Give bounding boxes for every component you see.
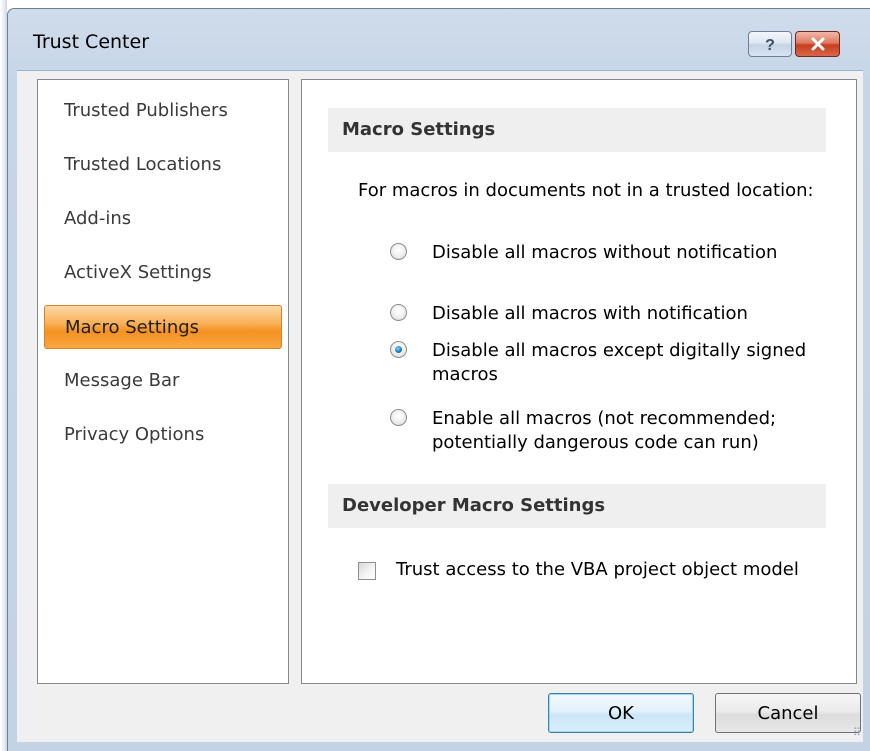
checkbox-label: Trust access to the VBA project object m… [396, 559, 799, 580]
svg-text:?: ? [765, 37, 775, 53]
radio-button[interactable] [390, 243, 407, 260]
settings-panel: Macro Settings For macros in documents n… [301, 79, 857, 684]
nav-item-trusted-publishers[interactable]: Trusted Publishers [44, 89, 282, 133]
resize-grip-icon[interactable]: ⠿ [847, 726, 861, 740]
nav-item-trusted-locations[interactable]: Trusted Locations [44, 143, 282, 187]
radio-label: Disable all macros with notification [432, 303, 748, 324]
window-title: Trust Center [33, 31, 150, 53]
nav-item-add-ins[interactable]: Add-ins [44, 197, 282, 241]
category-list: Trusted Publishers Trusted Locations Add… [37, 79, 289, 684]
radio-label: Disable all macros except digitally sign… [432, 340, 807, 385]
nav-item-activex-settings[interactable]: ActiveX Settings [44, 251, 282, 295]
ok-button[interactable]: OK [548, 693, 694, 733]
radio-button[interactable] [390, 304, 407, 321]
nav-item-message-bar[interactable]: Message Bar [44, 359, 282, 403]
radio-button[interactable] [390, 409, 407, 426]
trust-center-dialog: Trust Center ? Trusted Publishers Truste… [7, 8, 870, 751]
background-edge [0, 0, 7, 751]
radio-label: Enable all macros (not recommended; pote… [432, 408, 777, 453]
help-icon: ? [765, 37, 775, 53]
macro-settings-intro: For macros in documents not in a trusted… [358, 180, 814, 201]
cancel-button[interactable]: Cancel [715, 693, 861, 733]
help-button[interactable]: ? [748, 31, 792, 57]
checkbox[interactable] [358, 562, 376, 580]
close-icon [811, 37, 824, 51]
close-button[interactable] [795, 31, 840, 57]
nav-item-macro-settings[interactable]: Macro Settings [44, 305, 282, 349]
radio-label: Disable all macros without notification [432, 242, 778, 263]
dialog-body: Trusted Publishers Trusted Locations Add… [17, 70, 863, 742]
nav-item-privacy-options[interactable]: Privacy Options [44, 413, 282, 457]
title-bar[interactable]: Trust Center ? [8, 9, 870, 79]
radio-button-selected[interactable] [390, 341, 407, 358]
developer-settings-header: Developer Macro Settings [328, 484, 826, 528]
macro-settings-header: Macro Settings [328, 108, 826, 152]
